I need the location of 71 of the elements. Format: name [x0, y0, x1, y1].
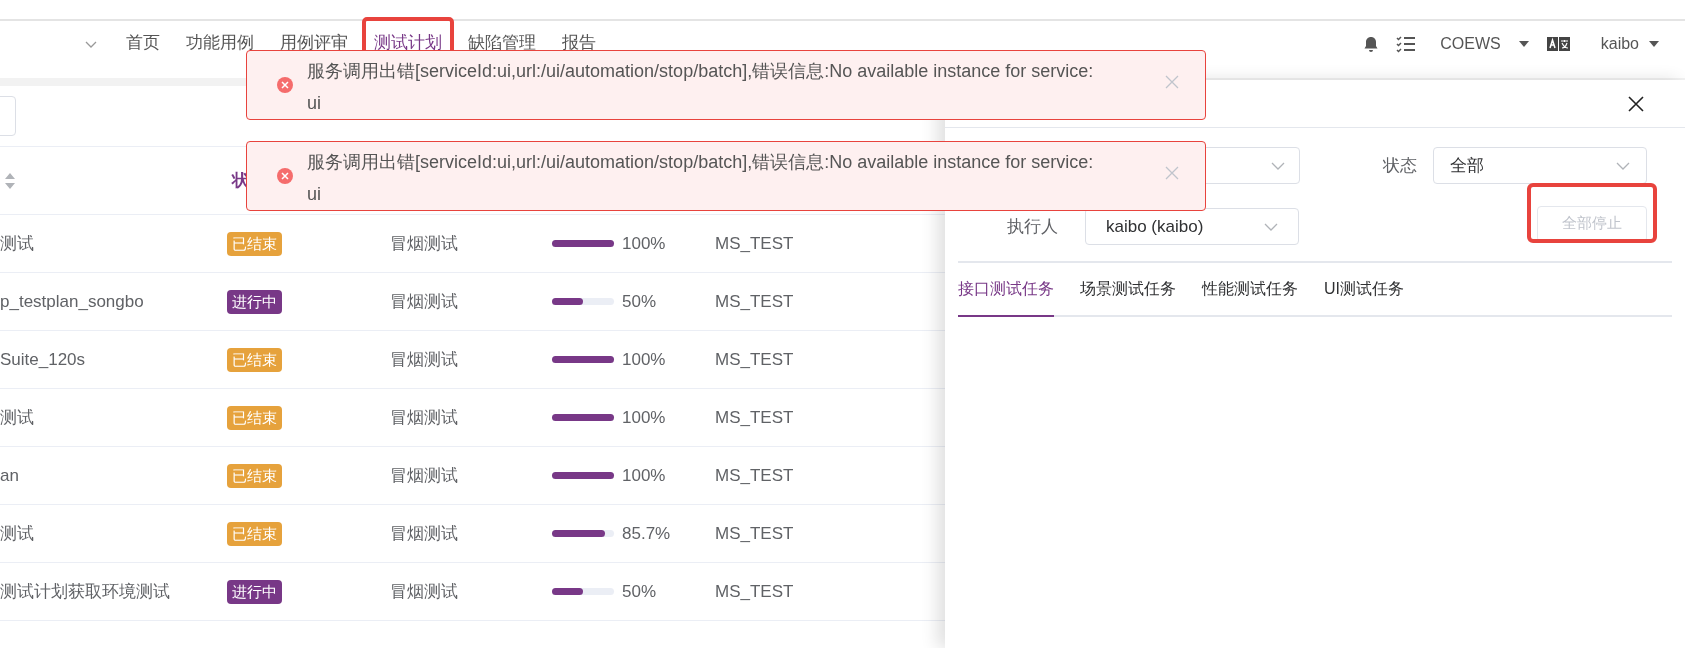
table-cell-text: 测试计划获取环境测试 [0, 580, 171, 603]
table-cell-text: 测试 [0, 406, 35, 429]
progress-bar [552, 472, 614, 479]
progress-bar [552, 298, 614, 305]
nav-item[interactable]: 测试计划 [374, 32, 442, 52]
progress-bar [552, 530, 614, 537]
error-icon [277, 77, 293, 93]
table-cell-text: 冒烟测试 [390, 406, 459, 429]
table-cell-text: 冒烟测试 [390, 522, 459, 545]
progress-bar [552, 414, 614, 421]
field-label: 状态 [1382, 154, 1417, 177]
table-cell-text: an [0, 464, 20, 487]
table-cell-text: 冒烟测试 [390, 232, 459, 255]
table-cell-text: 冒烟测试 [390, 290, 459, 313]
progress-text: 100% [622, 406, 666, 429]
status-tag: 已结束 [227, 231, 282, 257]
nav-item[interactable]: 缺陷管理 [468, 32, 536, 52]
status-tag: 进行中 [227, 289, 282, 315]
status-tag: 已结束 [227, 405, 282, 431]
table-cell-text: MS_TEST [715, 522, 794, 545]
progress-text: 85.7% [622, 522, 671, 545]
user-menu[interactable]: kaibo [1600, 31, 1639, 56]
select-field[interactable]: 全部 [1433, 147, 1647, 184]
chevron-down-icon [1616, 160, 1630, 171]
error-icon [277, 168, 293, 184]
nav-item[interactable]: 首页 [126, 32, 160, 52]
chevron-down-icon [1271, 160, 1285, 171]
progress-bar [552, 240, 614, 247]
progress-text: 100% [622, 232, 666, 255]
workspace-selector[interactable]: COEWS [1440, 31, 1501, 56]
nav-item[interactable]: 报告 [562, 32, 596, 52]
tab[interactable]: 接口测试任务 [958, 277, 1054, 317]
status-tag: 已结束 [227, 347, 282, 373]
toast-message: ui [307, 183, 322, 206]
progress-bar [552, 588, 614, 595]
nav-item[interactable]: 功能用例 [186, 32, 254, 52]
status-tag: 已结束 [227, 521, 282, 547]
table-cell-text: p_testplan_songbo [0, 290, 145, 313]
toast-message: 服务调用出错[serviceId:ui,url:/ui/automation/stop/batch],错误信息:No available instance for service: [307, 151, 1094, 174]
tab[interactable]: 性能测试任务 [1202, 277, 1298, 315]
table-cell-text: Suite_120s [0, 348, 87, 371]
status-tag: 已结束 [227, 463, 282, 489]
caret-icon[interactable] [1649, 39, 1659, 48]
table-cell-text: 冒烟测试 [390, 464, 459, 487]
progress-text: 50% [622, 290, 657, 313]
table-cell-text: 冒烟测试 [390, 580, 459, 603]
chevron-down-icon [1264, 221, 1278, 232]
table-cell-text: MS_TEST [715, 290, 794, 313]
tab[interactable]: 场景测试任务 [1080, 277, 1176, 315]
caret-icon[interactable] [1518, 39, 1529, 48]
field-label: 执行人 [1007, 215, 1059, 238]
table-cell-text: 测试 [0, 232, 35, 255]
status-tag: 进行中 [227, 579, 282, 605]
checklist-icon[interactable] [1396, 34, 1417, 53]
close-icon[interactable] [1627, 94, 1645, 113]
progress-text: 100% [622, 348, 666, 371]
toast-message: ui [307, 92, 322, 115]
table-cell-text: 测试 [0, 522, 35, 545]
progress-bar [552, 356, 614, 363]
table-cell-text: MS_TEST [715, 232, 794, 255]
translate-icon[interactable] [1546, 35, 1571, 52]
toast-message: 服务调用出错[serviceId:ui,url:/ui/automation/stop/batch],错误信息:No available instance for service: [307, 60, 1094, 83]
table-cell-text: 冒烟测试 [390, 348, 459, 371]
progress-text: 100% [622, 464, 666, 487]
table-cell-text: MS_TEST [715, 348, 794, 371]
table-cell-text: MS_TEST [715, 406, 794, 429]
table-cell-text: MS_TEST [715, 580, 794, 603]
tab[interactable]: UI测试任务 [1324, 277, 1404, 315]
progress-text: 50% [622, 580, 657, 603]
table-cell-text: MS_TEST [715, 464, 794, 487]
nav-item[interactable]: 用例评审 [280, 32, 348, 52]
